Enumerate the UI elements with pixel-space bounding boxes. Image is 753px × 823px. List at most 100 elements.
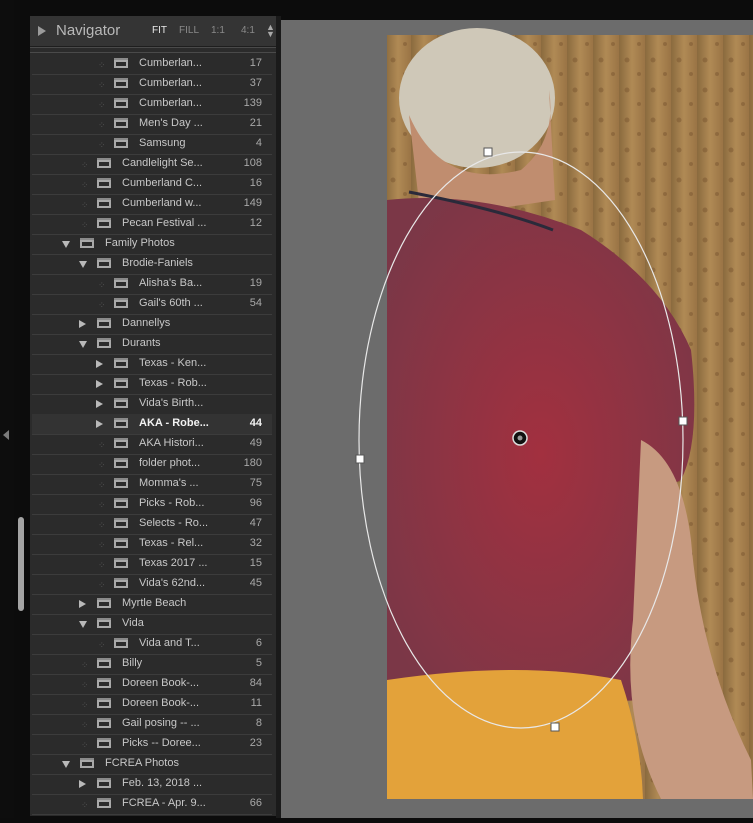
leaf-dots-icon: ⁘ xyxy=(81,180,88,190)
folder-row[interactable]: Texas - Ken... xyxy=(32,354,272,375)
left-panel-toggle[interactable] xyxy=(0,0,14,818)
folder-label: Feb. 13, 2018 ... xyxy=(122,777,203,789)
folder-row[interactable]: ⁘ folder phot... 180 xyxy=(32,454,272,475)
folder-icon xyxy=(114,278,128,288)
folder-row[interactable]: ⁘ Men's Day ... 21 xyxy=(32,114,272,135)
zoom-4-1[interactable]: 4:1 xyxy=(241,25,255,36)
folder-row[interactable]: ⁘ FCREA - Apr. 9... 66 xyxy=(32,794,272,815)
filter-handle-bottom[interactable] xyxy=(550,722,560,732)
folder-row[interactable]: Family Photos xyxy=(32,234,272,255)
leaf-dots-icon: ⁘ xyxy=(98,80,105,90)
photo-svg xyxy=(355,28,753,799)
folder-row[interactable]: ⁘ Cumberlan... 37 xyxy=(32,74,272,95)
folder-row[interactable]: ⁘ Cumberland w... 149 xyxy=(32,194,272,215)
folder-icon xyxy=(114,418,128,428)
folder-row[interactable]: Vida's Birth... xyxy=(32,394,272,415)
folder-row[interactable]: ⁘ Gail's 60th ... 54 xyxy=(32,294,272,315)
folder-label: Cumberlan... xyxy=(139,77,202,89)
folder-row[interactable]: Dannellys xyxy=(32,314,272,335)
folder-count: 180 xyxy=(243,457,262,469)
leaf-dots-icon: ⁘ xyxy=(81,700,88,710)
zoom-more-icon[interactable]: ▲ ▼ xyxy=(266,23,275,39)
zoom-1-1[interactable]: 1:1 xyxy=(211,25,225,36)
folder-label: Texas - Rel... xyxy=(139,537,204,549)
folder-row[interactable]: ⁘ Cumberlan... 139 xyxy=(32,94,272,115)
folder-row[interactable]: Brodie-Faniels xyxy=(32,254,272,275)
folder-row[interactable]: Durants xyxy=(32,334,272,355)
folder-row[interactable]: AKA - Robe... 44 xyxy=(32,414,272,435)
disclosure-collapsed-icon[interactable] xyxy=(79,600,86,608)
folder-row[interactable]: Vida xyxy=(32,614,272,635)
folder-row[interactable]: ⁘ Picks -- Doree... 23 xyxy=(32,734,272,755)
disclosure-collapsed-icon[interactable] xyxy=(96,360,103,368)
folder-row[interactable]: ⁘ Texas 2017 ... 15 xyxy=(32,554,272,575)
disclosure-collapsed-icon[interactable] xyxy=(79,320,86,328)
folder-row[interactable]: Texas - Rob... xyxy=(32,374,272,395)
folder-row[interactable]: ⁘ Billy 5 xyxy=(32,654,272,675)
disclosure-collapsed-icon[interactable] xyxy=(96,400,103,408)
folder-count: 108 xyxy=(243,157,262,169)
disclosure-expanded-icon[interactable] xyxy=(62,241,70,248)
folder-label: Men's Day ... xyxy=(139,117,203,129)
disclosure-collapsed-icon[interactable] xyxy=(96,380,103,388)
folder-row[interactable]: ⁘ Samsung 4 xyxy=(32,134,272,155)
folder-row[interactable]: ⁘ Gail posing -- ... 8 xyxy=(32,714,272,735)
folder-row[interactable]: ⁘ Selects - Ro... 47 xyxy=(32,514,272,535)
navigator-header[interactable]: Navigator FIT FILL 1:1 4:1 ▲ ▼ xyxy=(30,16,276,47)
leaf-dots-icon: ⁘ xyxy=(98,300,105,310)
folder-label: Dannellys xyxy=(122,317,171,329)
folder-icon xyxy=(97,698,111,708)
folder-label: Cumberlan... xyxy=(139,97,202,109)
folder-count: 84 xyxy=(249,677,262,689)
folder-row[interactable]: ⁘ Vida's 62nd... 45 xyxy=(32,574,272,595)
folder-count: 37 xyxy=(249,77,262,89)
folder-icon xyxy=(114,358,128,368)
folder-label: Vida's Birth... xyxy=(139,397,204,409)
disclosure-collapsed-icon[interactable] xyxy=(96,420,103,428)
folder-row[interactable]: ⁘ Cumberland C... 16 xyxy=(32,174,272,195)
disclosure-collapsed-icon[interactable] xyxy=(79,780,86,788)
folder-count: 47 xyxy=(249,517,262,529)
folder-row[interactable]: ⁘ Picks - Rob... 96 xyxy=(32,494,272,515)
leaf-dots-icon: ⁘ xyxy=(98,280,105,290)
collapse-left-icon[interactable] xyxy=(3,430,9,440)
folder-row[interactable]: ⁘ AKA Histori... 49 xyxy=(32,434,272,455)
zoom-fill[interactable]: FILL xyxy=(179,25,199,36)
folders-scrollbar[interactable] xyxy=(18,517,24,611)
leaf-dots-icon: ⁘ xyxy=(98,60,105,70)
folder-row[interactable]: ⁘ Momma's ... 75 xyxy=(32,474,272,495)
disclosure-expanded-icon[interactable] xyxy=(79,341,87,348)
zoom-fit[interactable]: FIT xyxy=(152,25,167,36)
folder-row[interactable]: ⁘ Doreen Book-... 11 xyxy=(32,694,272,715)
folder-icon xyxy=(97,258,111,268)
folder-row[interactable]: Feb. 13, 2018 ... xyxy=(32,774,272,795)
filter-handle-left[interactable] xyxy=(355,454,365,464)
leaf-dots-icon: ⁘ xyxy=(98,480,105,490)
filter-handle-right[interactable] xyxy=(678,416,688,426)
folder-icon xyxy=(114,438,128,448)
disclosure-expanded-icon[interactable] xyxy=(79,261,87,268)
disclosure-expanded-icon[interactable] xyxy=(62,761,70,768)
folder-icon xyxy=(114,398,128,408)
expand-navigator-icon[interactable] xyxy=(38,26,46,36)
photo-canvas[interactable] xyxy=(281,20,753,818)
folder-row[interactable]: ⁘ Pecan Festival ... 12 xyxy=(32,214,272,235)
folder-label: FCREA - Apr. 9... xyxy=(122,797,206,809)
folder-row[interactable]: FCREA Photos xyxy=(32,754,272,775)
folder-row[interactable]: Myrtle Beach xyxy=(32,594,272,615)
folder-row[interactable]: ⁘ Vida and T... 6 xyxy=(32,634,272,655)
folder-row[interactable]: ⁘ Candlelight Se... 108 xyxy=(32,154,272,175)
folder-icon xyxy=(97,718,111,728)
folder-label: Samsung xyxy=(139,137,186,149)
folder-count: 12 xyxy=(249,217,262,229)
leaf-dots-icon: ⁘ xyxy=(81,800,88,810)
folder-row[interactable]: ⁘ Doreen Book-... 84 xyxy=(32,674,272,695)
folder-row[interactable]: ⁘ Alisha's Ba... 19 xyxy=(32,274,272,295)
folder-icon xyxy=(114,538,128,548)
folder-row[interactable]: ⁘ Cumberlan... 17 xyxy=(32,54,272,75)
folder-row[interactable]: ⁘ Texas - Rel... 32 xyxy=(32,534,272,555)
disclosure-expanded-icon[interactable] xyxy=(79,621,87,628)
filter-pin-center xyxy=(517,435,523,441)
filter-handle-top[interactable] xyxy=(483,147,493,157)
folder-icon xyxy=(80,238,94,248)
